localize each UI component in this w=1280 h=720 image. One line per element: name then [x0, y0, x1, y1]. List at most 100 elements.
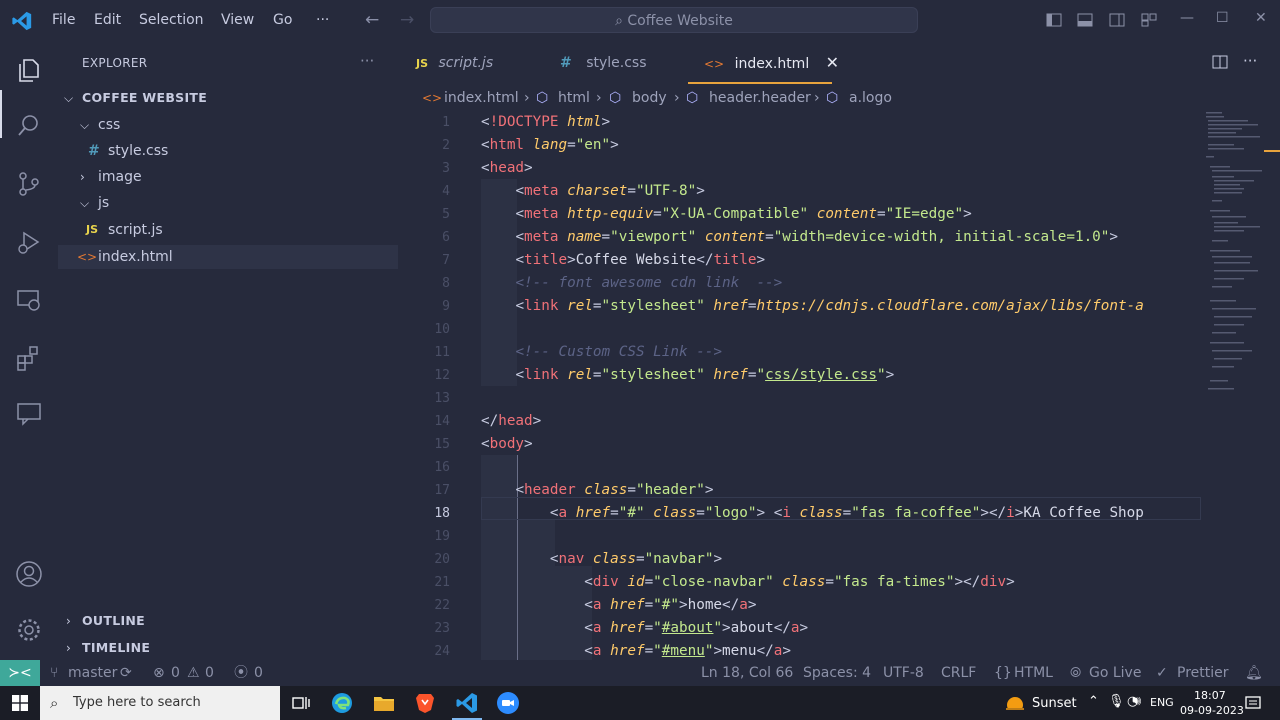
menu-view[interactable]: View [221, 12, 254, 28]
notification-center-icon[interactable] [1245, 695, 1261, 711]
menu-go[interactable]: Go [273, 12, 292, 28]
timeline-section[interactable]: › TIMELINE [58, 636, 398, 660]
chat-icon[interactable] [15, 400, 43, 428]
breadcrumb-item[interactable]: html [558, 86, 590, 110]
extensions-icon[interactable] [15, 344, 43, 372]
code-line[interactable]: <a href="#" class="logo"> <i class="fas … [481, 502, 1144, 525]
windows-start-icon[interactable] [12, 695, 28, 711]
close-window-icon[interactable]: ✕ [1255, 10, 1267, 26]
code-line[interactable]: <title>Coffee Website</title> [481, 249, 765, 272]
zoom-app-icon[interactable] [496, 691, 520, 715]
error-count[interactable]: 0 [171, 660, 180, 686]
menu-selection[interactable]: Selection [139, 12, 204, 28]
tree-file-script-js[interactable]: JS script.js [58, 218, 398, 242]
code-line[interactable]: <header class="header"> [481, 479, 713, 502]
ports-count[interactable]: 0 [254, 660, 263, 686]
task-view-icon[interactable] [289, 691, 313, 715]
close-tab-icon[interactable]: ✕ [826, 53, 839, 72]
weather-label[interactable]: Sunset [1032, 696, 1077, 711]
input-language[interactable]: ENG [1150, 696, 1174, 709]
notifications-bell-icon[interactable]: 🔔︎ [1245, 660, 1263, 686]
search-activity-icon[interactable] [15, 112, 43, 140]
edge-browser-icon[interactable] [330, 691, 354, 715]
breadcrumb-item[interactable]: header.header [709, 86, 811, 110]
tree-folder-js[interactable]: ⌵ js [58, 191, 398, 215]
split-editor-icon[interactable] [1212, 54, 1228, 70]
html-file-icon: <> [77, 250, 98, 264]
tab-script-js[interactable]: JS script.js [416, 42, 493, 84]
branch-name[interactable]: master [68, 660, 117, 686]
minimap[interactable] [1204, 110, 1264, 400]
outline-section[interactable]: › OUTLINE [58, 609, 398, 633]
code-line[interactable]: <meta http-equiv="X-UA-Compatible" conte… [481, 203, 971, 226]
minimize-icon[interactable]: — [1180, 10, 1194, 26]
settings-gear-icon[interactable] [15, 616, 43, 644]
explorer-more-icon[interactable]: ··· [360, 52, 374, 70]
menu-file[interactable]: File [52, 12, 75, 28]
tab-index-html[interactable]: <> index.html ✕ [704, 42, 839, 84]
file-explorer-icon[interactable] [372, 691, 396, 715]
customize-layout-icon[interactable] [1141, 12, 1157, 28]
go-live-button[interactable]: Go Live [1089, 660, 1141, 686]
code-line[interactable]: <link rel="stylesheet" href=https://cdnj… [481, 295, 1143, 318]
toggle-secondary-sidebar-icon[interactable] [1109, 12, 1125, 28]
forward-arrow-icon[interactable]: → [400, 10, 414, 30]
remote-explorer-icon[interactable] [15, 286, 43, 314]
tree-file-style-css[interactable]: # style.css [58, 139, 398, 163]
maximize-icon[interactable]: ☐ [1216, 10, 1229, 26]
breadcrumb-item[interactable]: a.logo [849, 86, 892, 110]
end-of-line[interactable]: CRLF [941, 660, 976, 686]
editor-more-icon[interactable]: ··· [1243, 52, 1257, 70]
toggle-panel-icon[interactable] [1077, 12, 1093, 28]
indentation[interactable]: Spaces: 4 [803, 660, 871, 686]
warning-count[interactable]: 0 [205, 660, 214, 686]
code-editor[interactable]: 1 <!DOCTYPE html> 2 <html lang="en"> 3 <head>… [398, 110, 1204, 660]
code-line[interactable]: </head> [481, 410, 541, 433]
code-line[interactable]: <nav class="navbar"> [481, 548, 722, 571]
code-line[interactable]: <!DOCTYPE html> [481, 111, 610, 134]
code-line[interactable]: <!-- font awesome cdn link --> [481, 272, 782, 295]
code-line[interactable]: <link rel="stylesheet" href="css/style.c… [481, 364, 894, 387]
code-line[interactable]: <a href="#menu">menu</a> [481, 640, 791, 660]
code-line[interactable]: <body> [481, 433, 533, 456]
language-mode[interactable]: HTML [1014, 660, 1053, 686]
remote-indicator-icon[interactable]: ≻< [0, 660, 40, 686]
explorer-icon[interactable] [15, 56, 43, 84]
encoding[interactable]: UTF-8 [883, 660, 924, 686]
sync-icon[interactable]: ⟳ [120, 660, 132, 686]
code-line[interactable]: <a href="#">home</a> [481, 594, 756, 617]
command-center-search[interactable]: ⌕ Coffee Website [430, 7, 918, 33]
breadcrumb-item[interactable]: index.html [444, 86, 519, 110]
tree-file-index-html[interactable]: <> index.html [58, 245, 398, 269]
brave-browser-icon[interactable] [413, 691, 437, 715]
code-line[interactable]: <html lang="en"> [481, 134, 619, 157]
breadcrumb-item[interactable]: body [632, 86, 667, 110]
code-line[interactable]: <a href="#about">about</a> [481, 617, 808, 640]
cursor-position[interactable]: Ln 18, Col 66 [701, 660, 793, 686]
chevron-up-icon[interactable]: ⌃ [1088, 694, 1099, 709]
code-line[interactable]: <head> [481, 157, 533, 180]
sunset-weather-icon[interactable] [1004, 692, 1026, 714]
taskbar-search[interactable]: ⌕ Type here to search [40, 686, 280, 720]
tree-folder-css[interactable]: ⌵ css [58, 113, 398, 137]
accounts-icon[interactable] [15, 560, 43, 588]
code-line[interactable]: <meta name="viewport" content="width=dev… [481, 226, 1118, 249]
code-line[interactable]: <!-- Custom CSS Link --> [481, 341, 722, 364]
back-arrow-icon[interactable]: ← [365, 10, 379, 30]
clock-time[interactable]: 18:07 [1194, 689, 1226, 702]
project-folder[interactable]: ⌵ COFFEE WEBSITE [58, 86, 398, 110]
run-debug-icon[interactable] [15, 228, 43, 256]
prettier-button[interactable]: Prettier [1177, 660, 1229, 686]
code-line[interactable]: <meta charset="UTF-8"> [481, 180, 704, 203]
toggle-primary-sidebar-icon[interactable] [1046, 12, 1062, 28]
vscode-taskbar-icon[interactable] [455, 691, 479, 715]
menu-edit[interactable]: Edit [94, 12, 121, 28]
microphone-icon[interactable]: 🎙︎ [1108, 694, 1125, 709]
clock-date[interactable]: 09-09-2023 [1180, 704, 1244, 717]
tab-style-css[interactable]: # style.css [560, 42, 647, 84]
source-control-icon[interactable] [15, 170, 43, 198]
volume-icon[interactable]: 🔊︎ [1133, 694, 1141, 709]
tree-folder-image[interactable]: › image [58, 165, 398, 189]
menu-more[interactable]: ··· [316, 12, 329, 28]
code-line[interactable]: <div id="close-navbar" class="fas fa-tim… [481, 571, 1014, 594]
